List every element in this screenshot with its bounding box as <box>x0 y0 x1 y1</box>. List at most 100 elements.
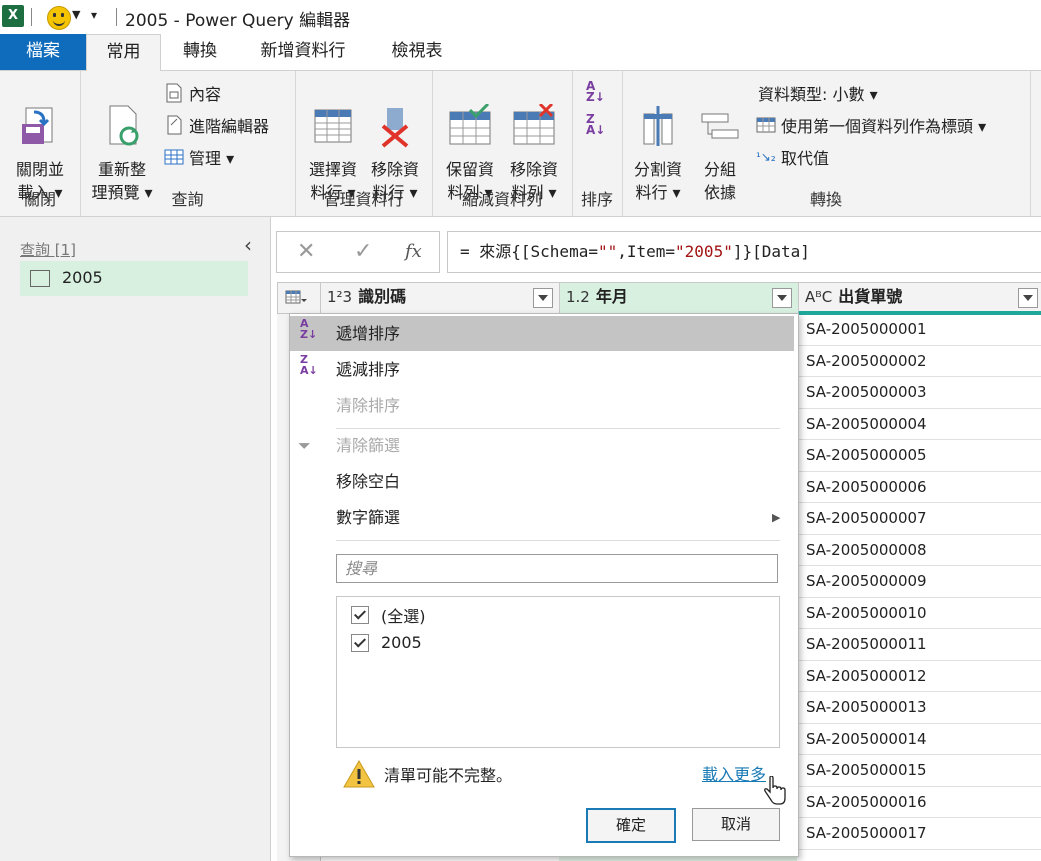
load-more-link[interactable]: 載入更多 <box>702 761 766 785</box>
option-label: (全選) <box>381 607 426 626</box>
chevron-down-icon[interactable]: ▼ <box>72 8 80 21</box>
group-transform: 分割資 料行 ▾ 分組 依據 資料類型: 小數 ▾ 使用第一個資料列作為標頭 ▾… <box>622 71 1031 216</box>
table-row[interactable]: SA-2005000006 <box>798 471 1041 503</box>
checkbox-checked[interactable] <box>351 633 369 652</box>
menu-item-number-filters[interactable]: 數字篩選 ▶ <box>290 500 794 535</box>
group-query: 重新整 理預覽 ▾ 內容 進階編輯器 管理 ▾ 查詢 <box>80 71 296 216</box>
table-row[interactable]: SA-2005000013 <box>798 692 1041 724</box>
split-column-icon <box>643 106 673 146</box>
menu-item-label: 清除排序 <box>336 396 401 415</box>
table-row[interactable]: SA-2005000002 <box>798 345 1041 377</box>
column-filter-dropdown[interactable] <box>1018 288 1038 308</box>
smiley-feedback-icon[interactable] <box>47 6 71 30</box>
manage-label: 管理 ▾ <box>189 149 235 168</box>
group-manage-columns: 選擇資 料行 ▾ 移除資 料行 ▾ 管理資料行 <box>295 71 433 216</box>
select-all-option[interactable]: (全選) <box>351 603 426 627</box>
menu-item-label: 數字篩選 <box>336 508 401 527</box>
use-first-row-label: 使用第一個資料列作為標頭 ▾ <box>781 117 987 136</box>
queries-pane: 查詢 [1] ‹ 2005 <box>0 217 271 861</box>
advanced-editor-label: 進階編輯器 <box>189 117 270 136</box>
table-row[interactable]: SA-2005000005 <box>798 440 1041 472</box>
manage-button[interactable]: 管理 ▾ <box>164 145 234 169</box>
table-row[interactable]: SA-2005000007 <box>798 503 1041 535</box>
column-filter-dropdown[interactable] <box>772 288 792 308</box>
table-row[interactable]: SA-2005000011 <box>798 629 1041 661</box>
table-header-icon <box>756 117 776 133</box>
fx-icon[interactable]: fx <box>405 241 422 262</box>
menu-item-label: 遞增排序 <box>336 324 401 343</box>
table-row[interactable]: SA-2005000016 <box>798 786 1041 818</box>
menu-item-label: 移除空白 <box>336 472 401 491</box>
query-item-2005[interactable]: 2005 <box>20 261 248 296</box>
formula-string: "2005" <box>675 242 733 261</box>
column-filter-menu: A Z↓ 遞增排序 Z A↓ 遞減排序 清除排序 ⏷ 清除篩選 移除空白 數字篩選 … <box>289 313 799 857</box>
window-title: 2005 - Power Query 編輯器 <box>125 11 351 31</box>
table-row[interactable]: SA-2005000015 <box>798 755 1041 787</box>
text-type-icon[interactable]: AᴮC <box>805 288 832 306</box>
group-reduce-rows: 保留資 料列 ▾ 移除資 料列 ▾ 縮減資料列 <box>432 71 573 216</box>
column-filter-dropdown[interactable] <box>533 288 553 308</box>
group-label-reduce-rows: 縮減資料列 <box>461 190 542 209</box>
remove-rows-icon <box>513 102 555 145</box>
group-label-close: 關閉 <box>23 190 56 209</box>
table-row[interactable]: SA-2005000001 <box>798 314 1041 346</box>
menu-item-sort-ascending[interactable]: A Z↓ 遞增排序 <box>290 316 794 351</box>
group-label-transform: 轉換 <box>809 190 842 209</box>
tab-transform[interactable]: 轉換 <box>167 34 233 70</box>
column-header-shipment-no[interactable]: AᴮC 出貨單號 <box>798 282 1041 315</box>
sort-descending-icon[interactable]: Z A↓ <box>586 113 605 136</box>
formula-buttons: ✕ ✓ fx <box>276 231 440 273</box>
cancel-button[interactable]: 取消 <box>692 808 780 841</box>
value-option-2005[interactable]: 2005 <box>351 633 422 652</box>
menu-item-sort-descending[interactable]: Z A↓ 遞減排序 <box>290 352 794 387</box>
choose-columns-icon <box>314 109 352 143</box>
confirm-formula-icon[interactable]: ✓ <box>354 239 372 264</box>
menu-item-clear-filter: ⏷ 清除篩選 <box>290 428 794 463</box>
decimal-type-icon[interactable]: 1.2 <box>566 288 590 306</box>
table-icon <box>164 149 184 165</box>
excel-app-icon[interactable]: X <box>2 5 24 27</box>
table-row[interactable]: SA-2005000010 <box>798 597 1041 629</box>
submenu-arrow-icon: ▶ <box>772 511 781 524</box>
column-header-id[interactable]: 1²3 識別碼 <box>320 282 560 314</box>
quick-access-customize-icon[interactable]: ▾ <box>91 8 97 22</box>
table-row[interactable]: SA-2005000009 <box>798 566 1041 598</box>
data-type-dropdown[interactable]: 資料類型: 小數 ▾ <box>758 81 878 105</box>
hand-cursor-icon <box>764 776 786 805</box>
properties-button[interactable]: 內容 <box>164 81 221 105</box>
group-label-manage-columns: 管理資料行 <box>323 190 404 209</box>
advanced-editor-icon <box>167 115 182 135</box>
warning-icon <box>343 759 375 788</box>
column-name: 識別碼 <box>358 287 407 306</box>
table-row[interactable]: SA-2005000004 <box>798 408 1041 440</box>
sort-ascending-icon: A Z↓ <box>300 317 318 341</box>
whole-number-type-icon[interactable]: 1²3 <box>327 288 352 306</box>
divider <box>31 8 32 26</box>
cancel-formula-icon[interactable]: ✕ <box>297 239 315 264</box>
properties-label: 內容 <box>189 85 222 104</box>
formula-input[interactable]: = 來源{[Schema="",Item="2005"]}[Data] <box>447 231 1041 273</box>
table-row[interactable]: SA-2005000014 <box>798 723 1041 755</box>
data-type-label: 資料類型: 小數 ▾ <box>758 85 878 104</box>
menu-item-remove-empty[interactable]: 移除空白 <box>290 464 794 499</box>
menu-item-clear-sort: 清除排序 <box>290 388 794 423</box>
replace-values-button[interactable]: ¹↘₂ 取代值 <box>756 145 829 169</box>
table-row[interactable]: SA-2005000012 <box>798 660 1041 692</box>
tab-view[interactable]: 檢視表 <box>376 34 458 70</box>
table-row[interactable]: SA-2005000003 <box>798 377 1041 409</box>
tab-file[interactable]: 檔案 <box>0 34 86 70</box>
shipment-no-cells: SA-2005000001 SA-2005000002 SA-200500000… <box>798 314 1041 850</box>
use-first-row-headers-button[interactable]: 使用第一個資料列作為標頭 ▾ <box>756 113 986 137</box>
table-row[interactable]: SA-2005000008 <box>798 534 1041 566</box>
tab-add-column[interactable]: 新增資料行 <box>243 34 363 70</box>
ok-button[interactable]: 確定 <box>586 808 676 843</box>
filter-search-input[interactable]: 搜尋 <box>336 554 778 583</box>
tab-home[interactable]: 常用 <box>86 34 161 72</box>
column-header-year-month[interactable]: 1.2 年月 <box>559 282 799 314</box>
advanced-editor-button[interactable]: 進階編輯器 <box>164 113 269 137</box>
collapse-pane-icon[interactable]: ‹ <box>244 233 252 257</box>
table-options-button[interactable] <box>277 282 322 314</box>
sort-ascending-icon[interactable]: A Z↓ <box>586 80 605 103</box>
checkbox-checked[interactable] <box>351 606 369 624</box>
table-row[interactable]: SA-2005000017 <box>798 818 1041 850</box>
